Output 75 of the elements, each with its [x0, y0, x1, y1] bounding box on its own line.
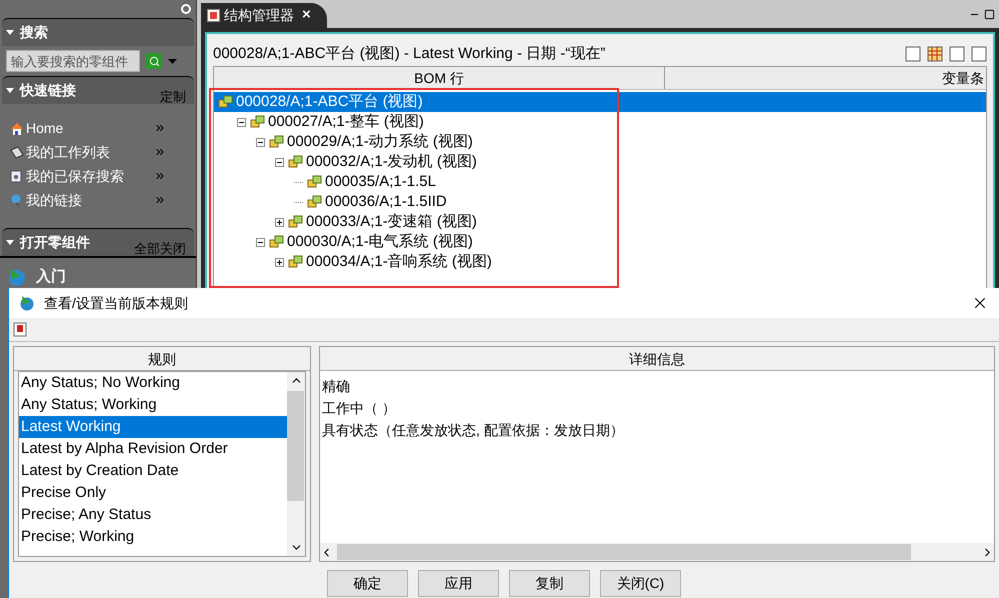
rule-item[interactable]: Any Status; Working: [19, 394, 287, 416]
quick-link[interactable]: Home: [26, 118, 154, 138]
part-icon: [307, 175, 323, 189]
search-button[interactable]: [146, 53, 162, 69]
dialog-title: 查看/设置当前版本规则: [44, 294, 188, 312]
tree-item[interactable]: 000036/A;1-1.5IID: [325, 190, 447, 214]
part-icon: [269, 135, 285, 149]
open-parts-title: 打开零组件: [20, 233, 90, 252]
expand-toggle-icon[interactable]: [275, 258, 284, 266]
quick-link[interactable]: 我的已保存搜索: [26, 166, 154, 186]
expand-chevrons-icon[interactable]: [154, 170, 166, 182]
new-window-icon[interactable]: [905, 46, 921, 62]
document-icon: [10, 170, 22, 182]
expand-chevrons-icon[interactable]: [154, 194, 166, 206]
part-icon: [218, 95, 234, 109]
tab-close[interactable]: ×: [302, 4, 311, 27]
tree-item[interactable]: 000029/A;1-动力系统 (视图): [287, 130, 473, 154]
column-header[interactable]: 变量条: [665, 67, 986, 89]
part-icon: [288, 215, 304, 229]
collapse-caret-icon[interactable]: [6, 30, 14, 35]
tree-item[interactable]: 000030/A;1-电气系统 (视图): [287, 230, 473, 254]
collapse-toggle-icon[interactable]: [256, 138, 265, 146]
collapse-toggle-icon[interactable]: [275, 158, 284, 166]
collapse-toggle-icon[interactable]: [256, 238, 265, 246]
part-icon: [269, 235, 285, 249]
detail-line: 具有状态（任意发放状态, 配置依据：发放日期）: [321, 421, 625, 440]
collapse-icon[interactable]: [971, 46, 987, 62]
rule-item[interactable]: Precise; Any Status: [19, 504, 287, 526]
tree-item[interactable]: 000032/A;1-发动机 (视图): [306, 150, 477, 174]
editor-tab[interactable]: 结构管理器 ×: [201, 3, 327, 28]
rule-document-icon[interactable]: [13, 322, 27, 337]
quick-link[interactable]: 我的工作列表: [26, 142, 154, 162]
collapse-caret-icon[interactable]: [6, 240, 14, 245]
collapse-toggle-icon[interactable]: [237, 118, 246, 126]
part-icon: [288, 255, 304, 269]
quick-links-title: 快速链接: [20, 81, 76, 100]
search-field[interactable]: 输入要搜索的零组件: [6, 50, 140, 72]
vertical-scrollbar[interactable]: [287, 372, 305, 556]
structure-icon: [207, 9, 220, 22]
getting-started-link[interactable]: 入门: [36, 266, 66, 288]
expand-chevrons-icon[interactable]: [154, 146, 166, 158]
dialog-button[interactable]: 复制: [509, 570, 590, 597]
save-icon[interactable]: [949, 46, 965, 62]
quick-link[interactable]: 我的链接: [26, 190, 154, 210]
rule-item[interactable]: Latest Working: [19, 416, 287, 438]
tab-label: 结构管理器: [224, 6, 294, 25]
dialog-button[interactable]: 确定: [327, 570, 408, 597]
dialog-button[interactable]: 关闭(C): [600, 570, 681, 597]
rule-item[interactable]: Precise; Working: [19, 526, 287, 548]
detail-line: 工作中（ ）: [321, 399, 397, 418]
dropdown-caret-icon[interactable]: [168, 58, 177, 64]
expand-toggle-icon[interactable]: [275, 218, 284, 226]
rule-item[interactable]: Any Status; No Working: [19, 372, 287, 394]
rule-item[interactable]: Precise Only: [19, 482, 287, 504]
expand-chevrons-icon[interactable]: [154, 122, 166, 134]
grid-icon[interactable]: [927, 46, 943, 62]
tree-item[interactable]: 000035/A;1-1.5L: [325, 170, 436, 194]
tree-item[interactable]: 000033/A;1-变速箱 (视图): [306, 210, 477, 234]
tag-icon: [10, 146, 24, 158]
structure-title: 000028/A;1-ABC平台 (视图) - Latest Working - 日期 -“现在”: [213, 44, 606, 64]
search-section-title: 搜索: [20, 23, 48, 42]
part-icon: [307, 195, 323, 209]
tree-item[interactable]: 000027/A;1-整车 (视图): [268, 110, 424, 134]
rule-item[interactable]: Latest by Alpha Revision Order: [19, 438, 287, 460]
rule-item[interactable]: Latest by Creation Date: [19, 460, 287, 482]
part-icon: [288, 155, 304, 169]
detail-line: 精确: [321, 377, 351, 396]
maximize-icon[interactable]: [984, 9, 995, 20]
part-icon: [250, 115, 266, 129]
tree-item[interactable]: 000034/A;1-音响系统 (视图): [306, 250, 492, 274]
collapse-caret-icon[interactable]: [6, 88, 14, 93]
column-header[interactable]: BOM 行: [214, 67, 665, 89]
dialog-button[interactable]: 应用: [418, 570, 499, 597]
house-icon: [10, 122, 24, 134]
horizontal-scrollbar[interactable]: [320, 543, 994, 561]
